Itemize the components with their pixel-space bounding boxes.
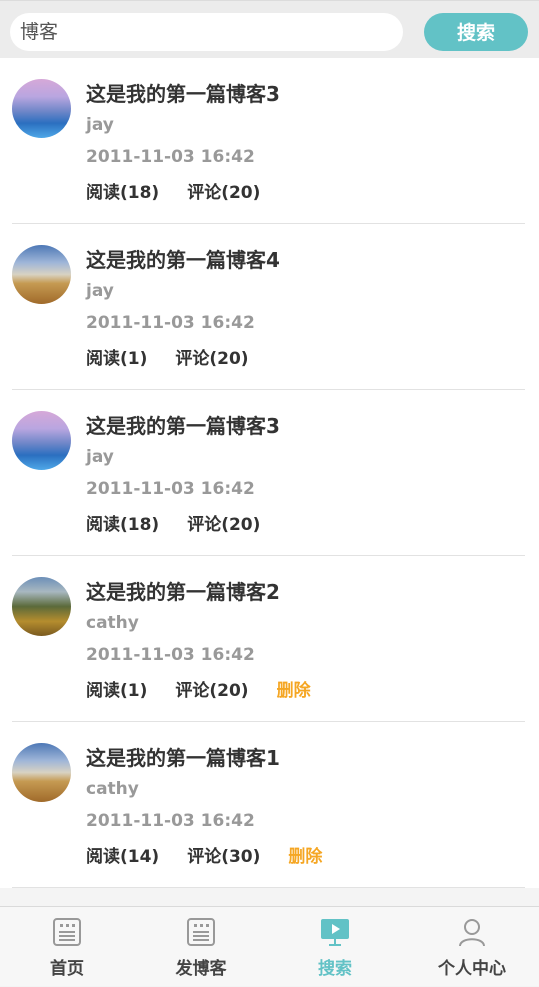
comment-count[interactable]: 评论(20) bbox=[187, 178, 260, 203]
read-count: 阅读(18) bbox=[86, 183, 160, 203]
tab-search[interactable]: 搜索 bbox=[268, 907, 402, 987]
tab-label: 搜索 bbox=[318, 959, 352, 979]
post-date: 2011-11-03 16:42 bbox=[86, 645, 255, 665]
post-stats: 阅读(18) 评论(20) bbox=[86, 178, 260, 203]
read-count: 阅读(1) bbox=[86, 349, 148, 369]
comment-count[interactable]: 评论(20) bbox=[187, 510, 260, 535]
avatar bbox=[12, 743, 71, 802]
blog-list: 这是我的第一篇博客3 jay 2011-11-03 16:42 阅读(18) 评… bbox=[0, 58, 539, 888]
blog-list-item[interactable]: 这是我的第一篇博客3 jay 2011-11-03 16:42 阅读(18) 评… bbox=[0, 58, 539, 224]
post-title[interactable]: 这是我的第一篇博客3 bbox=[86, 410, 280, 439]
person-icon bbox=[459, 919, 485, 947]
post-date: 2011-11-03 16:42 bbox=[86, 147, 255, 167]
post-title[interactable]: 这是我的第一篇博客4 bbox=[86, 244, 280, 273]
comment-count[interactable]: 评论(30) bbox=[187, 842, 260, 867]
post-stats: 阅读(18) 评论(20) bbox=[86, 510, 260, 535]
post-title[interactable]: 这是我的第一篇博客1 bbox=[86, 742, 280, 771]
post-stats: 阅读(14) 评论(30) 删除 bbox=[86, 842, 322, 867]
post-title[interactable]: 这是我的第一篇博客2 bbox=[86, 576, 280, 605]
post-author: cathy bbox=[86, 613, 139, 633]
avatar bbox=[12, 79, 71, 138]
blog-list-item[interactable]: 这是我的第一篇博客3 jay 2011-11-03 16:42 阅读(18) 评… bbox=[0, 390, 539, 556]
blog-list-item[interactable]: 这是我的第一篇博客1 cathy 2011-11-03 16:42 阅读(14)… bbox=[0, 722, 539, 888]
post-date: 2011-11-03 16:42 bbox=[86, 479, 255, 499]
post-author: jay bbox=[86, 115, 114, 135]
post-date: 2011-11-03 16:42 bbox=[86, 313, 255, 333]
read-count: 阅读(14) bbox=[86, 847, 160, 867]
post-stats: 阅读(1) 评论(20) 删除 bbox=[86, 676, 311, 701]
search-button[interactable]: 搜索 bbox=[424, 13, 528, 51]
read-count: 阅读(1) bbox=[86, 681, 148, 701]
post-date: 2011-11-03 16:42 bbox=[86, 811, 255, 831]
tab-profile[interactable]: 个人中心 bbox=[405, 907, 539, 987]
read-count: 阅读(18) bbox=[86, 515, 160, 535]
post-author: jay bbox=[86, 447, 114, 467]
comment-count[interactable]: 评论(20) bbox=[175, 344, 248, 369]
avatar bbox=[12, 411, 71, 470]
blog-list-item[interactable]: 这是我的第一篇博客4 jay 2011-11-03 16:42 阅读(1) 评论… bbox=[0, 224, 539, 390]
delete-button[interactable]: 删除 bbox=[288, 842, 322, 867]
avatar bbox=[12, 245, 71, 304]
tab-post-blog[interactable]: 发博客 bbox=[134, 907, 268, 987]
tab-label: 发博客 bbox=[175, 959, 227, 979]
post-author: jay bbox=[86, 281, 114, 301]
avatar bbox=[12, 577, 71, 636]
tab-label: 首页 bbox=[50, 959, 84, 979]
search-bar: 搜索 bbox=[0, 0, 539, 58]
blog-list-item[interactable]: 这是我的第一篇博客2 cathy 2011-11-03 16:42 阅读(1) … bbox=[0, 556, 539, 722]
bottom-tab-bar: 首页 发博客 搜索 个人中心 bbox=[0, 906, 539, 986]
post-author: cathy bbox=[86, 779, 139, 799]
search-input[interactable] bbox=[10, 13, 403, 51]
tab-label: 个人中心 bbox=[438, 959, 506, 979]
tab-home[interactable]: 首页 bbox=[0, 907, 134, 987]
post-title[interactable]: 这是我的第一篇博客3 bbox=[86, 78, 280, 107]
delete-button[interactable]: 删除 bbox=[277, 676, 311, 701]
newspaper-icon bbox=[53, 918, 81, 946]
newspaper-icon bbox=[187, 918, 215, 946]
comment-count[interactable]: 评论(20) bbox=[175, 676, 248, 701]
play-screen-icon bbox=[321, 919, 349, 946]
post-stats: 阅读(1) 评论(20) bbox=[86, 344, 249, 369]
